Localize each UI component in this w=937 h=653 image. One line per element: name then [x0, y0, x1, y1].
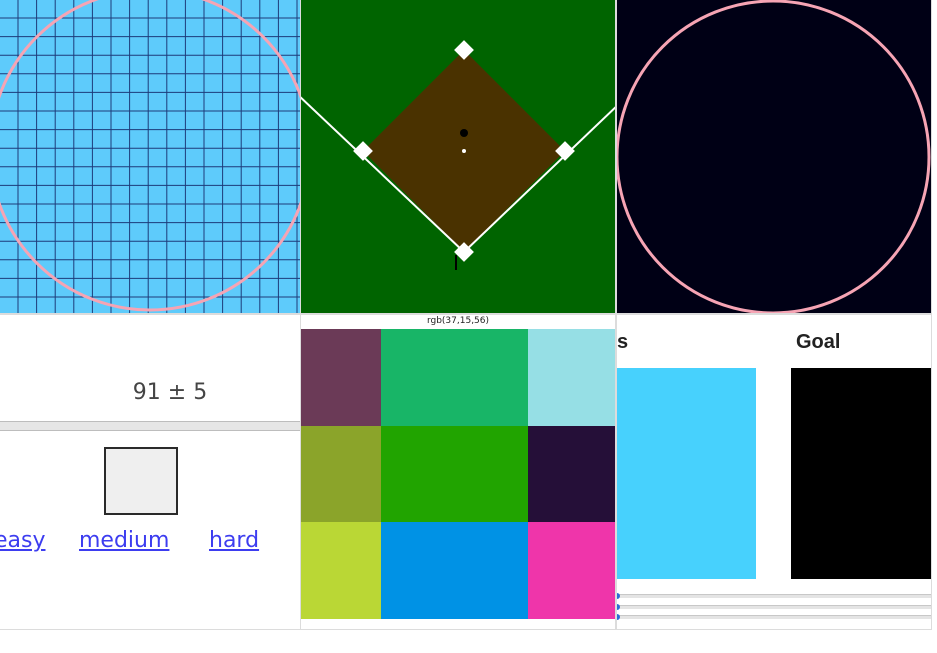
difficulty-hard-link[interactable]: hard: [209, 528, 259, 553]
pitcher-ball: [460, 129, 468, 137]
palette-panel: rgb(37,15,56): [301, 315, 615, 630]
palette-tile[interactable]: [528, 522, 615, 619]
circle-canvas: [617, 0, 931, 313]
estimate-value: 91 ± 5: [132, 380, 208, 405]
difficulty-medium-link[interactable]: medium: [79, 528, 169, 553]
match-panel: s Goal: [617, 315, 932, 630]
palette-tile[interactable]: [301, 426, 381, 522]
grid-panel: [0, 0, 300, 313]
baseball-field-panel: [301, 0, 615, 313]
target-circle: [617, 0, 931, 313]
pitcher-mound-marker: [462, 149, 466, 153]
grid-ring: [0, 0, 300, 312]
guess-swatch: [104, 447, 178, 515]
grid-canvas: [0, 0, 300, 313]
blue-slider-knob[interactable]: [617, 614, 620, 620]
palette-tile[interactable]: [381, 426, 528, 522]
palette-tile[interactable]: [301, 329, 381, 426]
green-slider-knob[interactable]: [617, 604, 620, 610]
value-slider[interactable]: [0, 421, 300, 431]
red-slider-knob[interactable]: [617, 593, 620, 599]
difficulty-easy-link[interactable]: easy: [0, 528, 46, 553]
current-color-box: [617, 368, 756, 579]
blue-slider[interactable]: [617, 614, 932, 620]
goal-color-box: [791, 368, 932, 579]
palette-tile[interactable]: [301, 522, 381, 619]
red-slider[interactable]: [617, 593, 932, 599]
circle-panel: [617, 0, 932, 313]
palette-tile[interactable]: [381, 329, 528, 426]
baseball-field: [301, 0, 615, 313]
palette-tile[interactable]: [528, 426, 615, 522]
rgb-readout: rgb(37,15,56): [426, 316, 490, 326]
green-slider[interactable]: [617, 604, 932, 610]
grid-lines: [0, 0, 300, 313]
current-label: s: [617, 331, 629, 353]
palette-tile[interactable]: [381, 522, 528, 619]
guess-panel: 91 ± 5 easy medium hard: [0, 315, 300, 630]
goal-label: Goal: [796, 331, 841, 353]
palette-tile[interactable]: [528, 329, 615, 426]
